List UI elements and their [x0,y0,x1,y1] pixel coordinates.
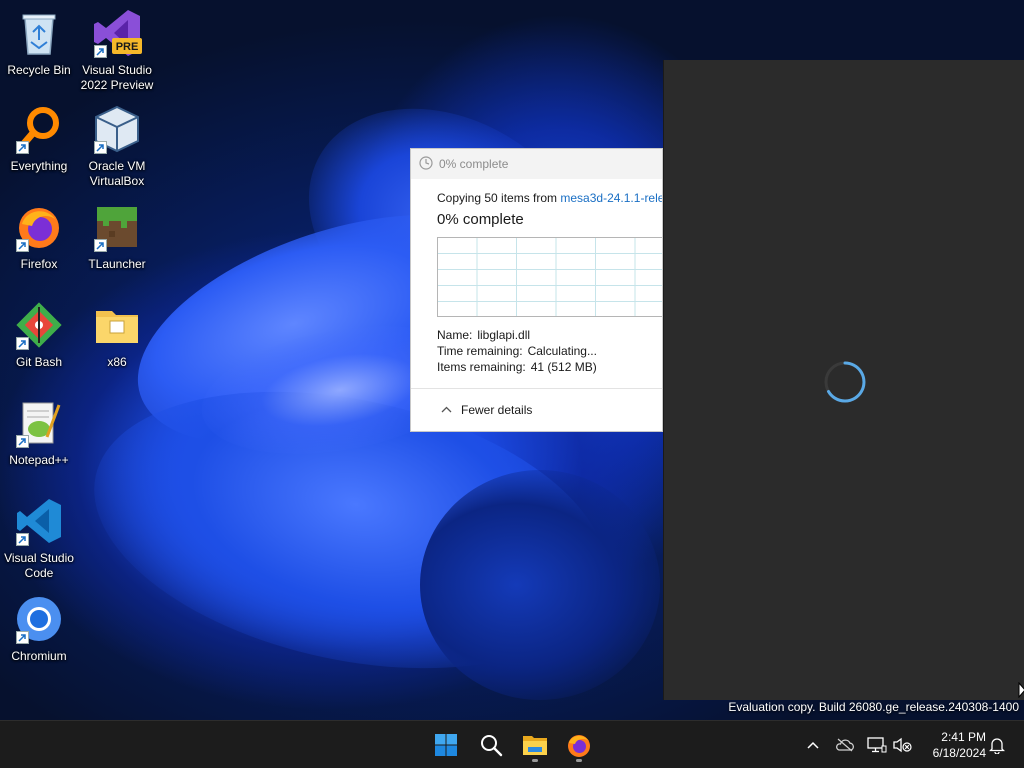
desktop-icon-label: Recycle Bin [7,63,71,77]
copy-details: Name: libglapi.dll Time remaining: Calcula… [437,327,662,375]
loading-spinner-icon [824,361,866,403]
desktop-icon-recycle-bin[interactable]: Recycle Bin [0,8,78,78]
desktop-icon-label: Oracle VM VirtualBox [88,159,146,188]
desktop-icon-notepad-plus-plus[interactable]: Notepad++ [0,398,78,468]
start-button[interactable] [428,727,464,763]
firefox-icon [14,202,64,252]
copy-progress-dialog[interactable]: 0% complete Copying 50 items from mesa3d… [410,148,663,432]
shortcut-arrow-icon [16,239,29,252]
detail-value: 41 (512 MB) [530,360,597,374]
transfer-speed-graph [437,237,662,317]
desktop-icon-label: Everything [10,159,68,173]
shortcut-arrow-icon [94,141,107,154]
notifications-button[interactable] [986,735,1008,755]
clock-time: 2:41 PM [941,730,986,744]
desktop-icon-vscode[interactable]: Visual Studio Code [0,496,78,581]
percent-complete: 0% complete [437,211,524,228]
desktop-icon-label: Notepad++ [9,453,69,467]
chromium-icon [14,594,64,644]
mouse-cursor-icon [1018,682,1024,698]
detail-label: Name: [437,328,473,342]
shortcut-arrow-icon [16,141,29,154]
copy-description: Copying 50 items from mesa3d-24.1.1-rele… [437,191,662,205]
tlauncher-icon [92,202,142,252]
show-hidden-icons-button[interactable] [802,735,824,755]
onedrive-icon [836,738,854,752]
desktop-icon-tlauncher[interactable]: TLauncher [78,202,156,272]
file-explorer-icon [523,736,547,755]
desktop-icon-git-bash[interactable]: Git Bash [0,300,78,370]
firefox-icon [568,735,590,757]
fewer-details-label: Fewer details [461,403,533,417]
chevron-up-icon [441,404,452,416]
folder-icon [92,300,142,350]
detail-value: Calculating... [527,344,597,358]
volume-tray-button[interactable] [891,735,913,755]
shortcut-arrow-icon [94,45,107,58]
recycle-bin-icon [14,8,64,58]
desktop-icon-everything[interactable]: Everything [0,104,78,174]
copy-source-link[interactable]: mesa3d-24.1.1-relea [560,191,662,205]
git-bash-icon [14,300,64,350]
desktop-icon-label: TLauncher [88,257,146,271]
notepad-plus-plus-icon [14,398,64,448]
desktop-icon-label: x86 [107,355,127,369]
clock-date: 6/18/2024 [932,746,986,760]
shortcut-arrow-icon [16,631,29,644]
detail-value: libglapi.dll [477,328,531,342]
detail-items-row: Items remaining: 41 (512 MB) [437,359,662,375]
visual-studio-icon: PRE [92,8,142,58]
onedrive-tray-button[interactable] [834,735,856,755]
file-explorer-button[interactable] [517,727,553,763]
bell-icon [989,738,1005,754]
clock-icon [419,155,433,173]
start-icon [435,734,457,756]
detail-time-row: Time remaining: Calculating... [437,343,662,359]
desktop-icon-label: Git Bash [15,355,63,369]
firefox-taskbar-button[interactable] [561,727,597,763]
search-button[interactable] [473,727,509,763]
running-indicator [576,759,582,762]
running-indicator [532,759,538,762]
taskbar: 2:41 PM 6/18/2024 [0,720,1024,768]
taskbar-clock[interactable]: 2:41 PM 6/18/2024 [920,729,986,761]
detail-label: Items remaining: [437,360,526,374]
desktop-icon-label: Visual Studio 2022 Preview [80,63,154,92]
desktop-icon-virtualbox[interactable]: Oracle VM VirtualBox [78,104,156,189]
vscode-icon [14,496,64,546]
loading-window[interactable] [663,60,1024,700]
shortcut-arrow-icon [16,435,29,448]
desktop-icon-label: Firefox [20,257,58,271]
network-tray-button[interactable] [866,735,888,755]
shortcut-arrow-icon [94,239,107,252]
desktop-icon-label: Visual Studio Code [4,551,74,580]
preview-badge: PRE [116,41,139,53]
shortcut-arrow-icon [16,337,29,350]
wallpaper-swirl [420,470,660,700]
desktop-icon-visual-studio-preview[interactable]: PRE Visual Studio 2022 Preview [78,8,156,93]
desktop-icon-chromium[interactable]: Chromium [0,594,78,664]
desktop-icon-firefox[interactable]: Firefox [0,202,78,272]
everything-icon [14,104,64,154]
dialog-titlebar[interactable]: 0% complete [411,149,662,179]
speaker-muted-icon [893,737,912,753]
dialog-title: 0% complete [439,157,509,171]
fewer-details-button[interactable]: Fewer details [411,388,662,431]
desktop-icon-label: Chromium [11,649,67,663]
detail-name-row: Name: libglapi.dll [437,327,662,343]
network-icon [867,737,887,753]
evaluation-watermark: Evaluation copy. Build 26080.ge_release.… [728,700,1019,714]
desktop-icon-x86-folder[interactable]: x86 [78,300,156,370]
chevron-up-icon [807,741,819,749]
search-icon [481,735,503,757]
detail-label: Time remaining: [437,344,523,358]
copy-prefix: Copying 50 items from [437,191,561,205]
shortcut-arrow-icon [16,533,29,546]
virtualbox-icon [92,104,142,154]
